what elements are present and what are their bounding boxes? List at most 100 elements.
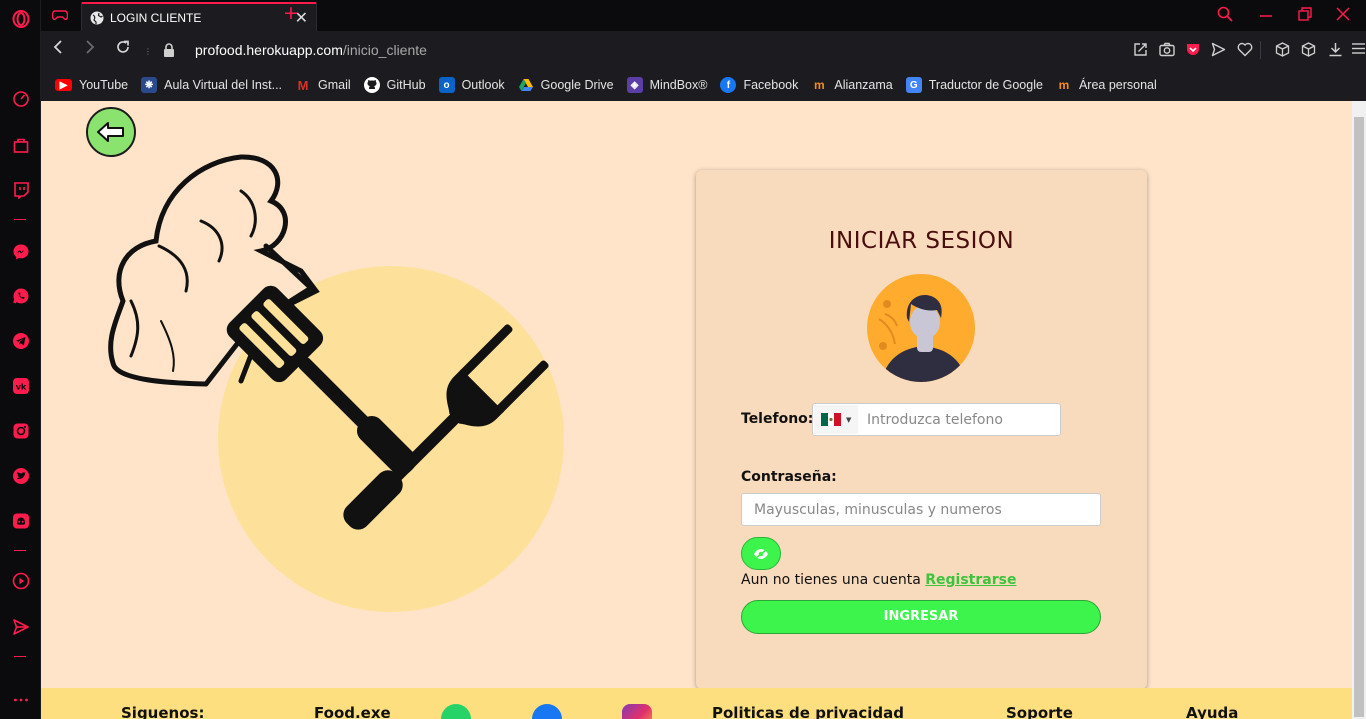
google-drive-icon <box>518 77 534 93</box>
whatsapp-icon[interactable] <box>441 704 471 719</box>
scrollbar-thumb[interactable] <box>1354 117 1364 717</box>
facebook-icon: f <box>720 77 737 93</box>
discord-icon[interactable] <box>0 509 41 533</box>
instagram-icon[interactable] <box>622 704 652 719</box>
share-icon[interactable] <box>1133 42 1148 61</box>
bookmark-gmail[interactable]: M Gmail <box>295 77 351 93</box>
sidebar-divider <box>14 656 26 657</box>
bookmark-youtube[interactable]: ▶ YouTube <box>55 78 128 92</box>
twitter-icon[interactable] <box>0 464 41 488</box>
box-icon[interactable] <box>1301 42 1316 61</box>
chevron-down-icon: ▼ <box>846 415 852 424</box>
speed-dial-icon[interactable] <box>0 87 41 111</box>
gamepad-icon[interactable] <box>51 7 69 26</box>
bookmark-label: Traductor de Google <box>928 78 1043 92</box>
page-content: INICIAR SESION Telefono: ▼ Contras <box>41 101 1352 719</box>
facebook-icon[interactable] <box>532 704 562 719</box>
pocket-icon[interactable] <box>1185 42 1201 62</box>
toolbar-divider <box>1260 41 1261 59</box>
phone-label: Telefono: <box>741 411 814 427</box>
bag-icon[interactable] <box>0 133 41 157</box>
bookmark-outlook[interactable]: o Outlook <box>438 77 505 93</box>
back-button[interactable] <box>86 107 136 157</box>
chef-illustration <box>108 154 564 612</box>
close-window-icon[interactable] <box>1336 7 1350 25</box>
url-field[interactable]: profood.herokuapp.com/inicio_cliente <box>195 42 427 58</box>
bookmark-google-drive[interactable]: Google Drive <box>518 77 614 93</box>
user-avatar <box>867 274 975 382</box>
minimize-icon[interactable] <box>1259 6 1273 24</box>
bookmark-alianzama[interactable]: m Alianzama <box>811 77 893 93</box>
send-icon[interactable] <box>0 615 41 639</box>
url-host: profood.herokuapp.com <box>195 42 343 58</box>
gmail-icon: M <box>297 77 309 93</box>
bookmark-aula-virtual[interactable]: ❋ Aula Virtual del Inst... <box>141 77 282 93</box>
bookmark-area-personal[interactable]: m Área personal <box>1056 77 1157 93</box>
bookmark-github[interactable]: GitHub <box>363 77 426 93</box>
back-icon[interactable] <box>51 39 65 60</box>
bookmark-label: MindBox® <box>649 78 708 92</box>
address-bar: ⋮ profood.herokuapp.com/inicio_cliente <box>41 31 1366 69</box>
login-title: INICIAR SESION <box>828 228 1015 254</box>
tab-login-cliente[interactable]: LOGIN CLIENTE ✕ <box>81 2 317 31</box>
footer-help-link[interactable]: Ayuda <box>1186 704 1238 719</box>
youtube-icon: ▶ <box>55 79 72 91</box>
footer: Siguenos: Food.exe Politicas de privacid… <box>41 688 1352 719</box>
phone-input[interactable] <box>865 404 1055 435</box>
bookmark-label: GitHub <box>386 78 426 92</box>
password-input[interactable] <box>741 493 1101 526</box>
mindbox-icon: ◈ <box>626 77 643 93</box>
site-info-dots-icon[interactable]: ⋮ <box>144 47 152 56</box>
download-icon[interactable] <box>1328 42 1343 61</box>
footer-brand[interactable]: Food.exe <box>314 704 391 719</box>
vk-icon[interactable]: vk <box>0 374 41 398</box>
register-link[interactable]: Registrarse <box>925 572 1016 588</box>
bookmark-label: Área personal <box>1078 78 1157 92</box>
bookmark-traductor[interactable]: G Traductor de Google <box>905 77 1043 93</box>
phone-field: ▼ <box>812 403 1061 436</box>
3d-cube-icon[interactable] <box>1275 42 1290 61</box>
telegram-icon[interactable] <box>0 329 41 353</box>
bookmark-label: Aula Virtual del Inst... <box>164 78 283 92</box>
submit-button[interactable]: INGRESAR <box>741 600 1101 634</box>
opera-logo-icon[interactable] <box>0 7 41 31</box>
browser-sidebar: vk <box>0 0 41 719</box>
send-page-icon[interactable] <box>1211 42 1226 61</box>
bookmark-label: YouTube <box>79 78 129 92</box>
bookmark-mindbox[interactable]: ◈ MindBox® <box>626 77 708 93</box>
login-card: INICIAR SESION Telefono: ▼ Contras <box>696 170 1147 689</box>
url-path: /inicio_cliente <box>342 42 427 58</box>
more-icon[interactable] <box>0 688 41 712</box>
lock-icon[interactable] <box>163 42 175 61</box>
outlook-icon: o <box>438 77 455 93</box>
tab-title: LOGIN CLIENTE <box>110 10 202 25</box>
page-scrollbar[interactable] <box>1352 101 1366 719</box>
forward-icon[interactable] <box>83 39 97 60</box>
toggle-password-button[interactable] <box>741 537 781 570</box>
bookmark-facebook[interactable]: f Facebook <box>720 77 798 93</box>
footer-privacy-link[interactable]: Politicas de privacidad <box>712 704 904 719</box>
bookmark-label: Facebook <box>743 78 799 92</box>
alianzama-icon: m <box>814 78 825 92</box>
restore-icon[interactable] <box>1298 7 1312 25</box>
aula-virtual-icon: ❋ <box>141 77 158 93</box>
bookmarks-bar: ▶ YouTube ❋ Aula Virtual del Inst... M G… <box>41 69 1366 101</box>
reload-icon[interactable] <box>115 39 131 60</box>
twitch-icon[interactable] <box>0 178 41 202</box>
sidebar-divider <box>14 219 26 220</box>
footer-support-link[interactable]: Soporte <box>1006 704 1073 719</box>
heart-icon[interactable] <box>1237 42 1253 61</box>
bookmark-label: Gmail <box>318 78 351 92</box>
bookmark-label: Alianzama <box>834 78 893 92</box>
new-tab-icon[interactable]: + <box>283 4 299 23</box>
bookmark-label: Google Drive <box>540 78 614 92</box>
messenger-icon[interactable] <box>0 240 41 264</box>
country-selector[interactable]: ▼ <box>814 405 858 434</box>
instagram-icon[interactable] <box>0 419 41 443</box>
whatsapp-icon[interactable] <box>0 284 41 308</box>
camera-icon[interactable] <box>1159 42 1175 61</box>
player-icon[interactable] <box>0 569 41 593</box>
search-tabs-icon[interactable] <box>1217 6 1233 26</box>
easy-setup-icon[interactable] <box>1351 41 1366 60</box>
svg-text:vk: vk <box>15 383 26 392</box>
